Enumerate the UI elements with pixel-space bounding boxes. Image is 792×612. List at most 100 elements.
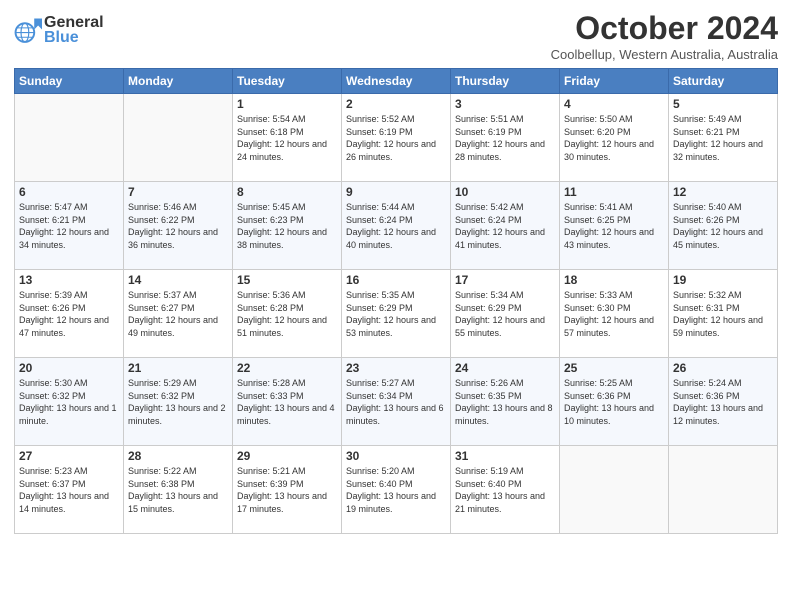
calendar-cell: 9Sunrise: 5:44 AM Sunset: 6:24 PM Daylig… (342, 182, 451, 270)
day-info: Sunrise: 5:47 AM Sunset: 6:21 PM Dayligh… (19, 201, 119, 251)
calendar-cell: 6 Sunrise: 5:47 AM Sunset: 6:21 PM Daylig… (15, 182, 124, 270)
day-header-friday: Friday (560, 69, 669, 94)
day-header-tuesday: Tuesday (233, 69, 342, 94)
day-info: Sunrise: 5:24 AM Sunset: 6:36 PM Dayligh… (673, 377, 773, 427)
calendar-cell: 22Sunrise: 5:28 AM Sunset: 6:33 PM Dayli… (233, 358, 342, 446)
day-info: Sunrise: 5:23 AM Sunset: 6:37 PM Dayligh… (19, 465, 119, 515)
day-info: Sunrise: 5:30 AM Sunset: 6:32 PM Dayligh… (19, 377, 119, 427)
day-number: 16 (346, 273, 446, 287)
day-number: 4 (564, 97, 664, 111)
day-info: Sunrise: 5:35 AM Sunset: 6:29 PM Dayligh… (346, 289, 446, 339)
day-info: Sunrise: 5:26 AM Sunset: 6:35 PM Dayligh… (455, 377, 555, 427)
location-subtitle: Coolbellup, Western Australia, Australia (551, 47, 778, 62)
calendar-cell: 1 Sunrise: 5:54 AM Sunset: 6:18 PM Daylig… (233, 94, 342, 182)
calendar-cell: 14 Sunrise: 5:37 AM Sunset: 6:27 PM Dayli… (124, 270, 233, 358)
day-info: Sunrise: 5:20 AM Sunset: 6:40 PM Dayligh… (346, 465, 446, 515)
week-row-0: 1 Sunrise: 5:54 AM Sunset: 6:18 PM Daylig… (15, 94, 778, 182)
day-info: Sunrise: 5:34 AM Sunset: 6:29 PM Dayligh… (455, 289, 555, 339)
day-number: 23 (346, 361, 446, 375)
day-number: 7 (128, 185, 228, 199)
day-info: Sunrise: 5:49 AM Sunset: 6:21 PM Dayligh… (673, 113, 773, 163)
day-number: 25 (564, 361, 664, 375)
week-row-4: 27Sunrise: 5:23 AM Sunset: 6:37 PM Dayli… (15, 446, 778, 534)
header-row: SundayMondayTuesdayWednesdayThursdayFrid… (15, 69, 778, 94)
title-section: October 2024 Coolbellup, Western Austral… (551, 10, 778, 62)
calendar-cell: 15 Sunrise: 5:36 AM Sunset: 6:28 PM Dayli… (233, 270, 342, 358)
page: General Blue October 2024 Coolbellup, We… (0, 0, 792, 612)
day-info: Sunrise: 5:36 AM Sunset: 6:28 PM Dayligh… (237, 289, 337, 339)
calendar-cell (15, 94, 124, 182)
day-number: 20 (19, 361, 119, 375)
day-info: Sunrise: 5:50 AM Sunset: 6:20 PM Dayligh… (564, 113, 664, 163)
calendar-cell: 29 Sunrise: 5:21 AM Sunset: 6:39 PM Dayli… (233, 446, 342, 534)
logo-text: General Blue (44, 14, 104, 47)
day-info: Sunrise: 5:19 AM Sunset: 6:40 PM Dayligh… (455, 465, 555, 515)
day-info: Sunrise: 5:40 AM Sunset: 6:26 PM Dayligh… (673, 201, 773, 251)
day-info: Sunrise: 5:51 AM Sunset: 6:19 PM Dayligh… (455, 113, 555, 163)
calendar-cell: 2Sunrise: 5:52 AM Sunset: 6:19 PM Daylig… (342, 94, 451, 182)
calendar-cell: 5 Sunrise: 5:49 AM Sunset: 6:21 PM Daylig… (669, 94, 778, 182)
day-number: 10 (455, 185, 555, 199)
day-number: 13 (19, 273, 119, 287)
calendar-header: SundayMondayTuesdayWednesdayThursdayFrid… (15, 69, 778, 94)
day-number: 2 (346, 97, 446, 111)
calendar-cell: 30Sunrise: 5:20 AM Sunset: 6:40 PM Dayli… (342, 446, 451, 534)
day-header-saturday: Saturday (669, 69, 778, 94)
week-row-1: 6 Sunrise: 5:47 AM Sunset: 6:21 PM Daylig… (15, 182, 778, 270)
calendar-cell: 18Sunrise: 5:33 AM Sunset: 6:30 PM Dayli… (560, 270, 669, 358)
day-info: Sunrise: 5:25 AM Sunset: 6:36 PM Dayligh… (564, 377, 664, 427)
calendar-cell: 19 Sunrise: 5:32 AM Sunset: 6:31 PM Dayli… (669, 270, 778, 358)
day-number: 28 (128, 449, 228, 463)
day-number: 11 (564, 185, 664, 199)
day-info: Sunrise: 5:41 AM Sunset: 6:25 PM Dayligh… (564, 201, 664, 251)
day-number: 17 (455, 273, 555, 287)
calendar-cell (560, 446, 669, 534)
day-number: 26 (673, 361, 773, 375)
day-info: Sunrise: 5:46 AM Sunset: 6:22 PM Dayligh… (128, 201, 228, 251)
day-number: 14 (128, 273, 228, 287)
day-header-monday: Monday (124, 69, 233, 94)
day-info: Sunrise: 5:29 AM Sunset: 6:32 PM Dayligh… (128, 377, 228, 427)
day-info: Sunrise: 5:28 AM Sunset: 6:33 PM Dayligh… (237, 377, 337, 427)
calendar-cell: 20 Sunrise: 5:30 AM Sunset: 6:32 PM Dayli… (15, 358, 124, 446)
calendar-cell: 13 Sunrise: 5:39 AM Sunset: 6:26 PM Dayli… (15, 270, 124, 358)
calendar-cell: 17 Sunrise: 5:34 AM Sunset: 6:29 PM Dayli… (451, 270, 560, 358)
day-info: Sunrise: 5:32 AM Sunset: 6:31 PM Dayligh… (673, 289, 773, 339)
day-info: Sunrise: 5:39 AM Sunset: 6:26 PM Dayligh… (19, 289, 119, 339)
day-number: 29 (237, 449, 337, 463)
day-number: 24 (455, 361, 555, 375)
logo-icon (14, 17, 42, 45)
calendar-cell: 21 Sunrise: 5:29 AM Sunset: 6:32 PM Dayli… (124, 358, 233, 446)
calendar-cell: 12 Sunrise: 5:40 AM Sunset: 6:26 PM Dayli… (669, 182, 778, 270)
calendar-cell: 8Sunrise: 5:45 AM Sunset: 6:23 PM Daylig… (233, 182, 342, 270)
day-number: 6 (19, 185, 119, 199)
day-info: Sunrise: 5:27 AM Sunset: 6:34 PM Dayligh… (346, 377, 446, 427)
calendar-cell: 28Sunrise: 5:22 AM Sunset: 6:38 PM Dayli… (124, 446, 233, 534)
day-number: 19 (673, 273, 773, 287)
day-number: 3 (455, 97, 555, 111)
day-header-sunday: Sunday (15, 69, 124, 94)
day-number: 9 (346, 185, 446, 199)
day-number: 31 (455, 449, 555, 463)
day-number: 12 (673, 185, 773, 199)
header: General Blue October 2024 Coolbellup, We… (14, 10, 778, 62)
calendar-cell: 24 Sunrise: 5:26 AM Sunset: 6:35 PM Dayli… (451, 358, 560, 446)
calendar-cell: 11 Sunrise: 5:41 AM Sunset: 6:25 PM Dayli… (560, 182, 669, 270)
day-info: Sunrise: 5:42 AM Sunset: 6:24 PM Dayligh… (455, 201, 555, 251)
day-info: Sunrise: 5:21 AM Sunset: 6:39 PM Dayligh… (237, 465, 337, 515)
day-number: 5 (673, 97, 773, 111)
calendar-cell (669, 446, 778, 534)
day-info: Sunrise: 5:33 AM Sunset: 6:30 PM Dayligh… (564, 289, 664, 339)
week-row-2: 13 Sunrise: 5:39 AM Sunset: 6:26 PM Dayli… (15, 270, 778, 358)
day-number: 8 (237, 185, 337, 199)
day-info: Sunrise: 5:54 AM Sunset: 6:18 PM Dayligh… (237, 113, 337, 163)
calendar-cell: 4 Sunrise: 5:50 AM Sunset: 6:20 PM Daylig… (560, 94, 669, 182)
calendar-cell: 10 Sunrise: 5:42 AM Sunset: 6:24 PM Dayli… (451, 182, 560, 270)
day-header-thursday: Thursday (451, 69, 560, 94)
day-info: Sunrise: 5:37 AM Sunset: 6:27 PM Dayligh… (128, 289, 228, 339)
calendar-cell: 7 Sunrise: 5:46 AM Sunset: 6:22 PM Daylig… (124, 182, 233, 270)
day-number: 21 (128, 361, 228, 375)
day-number: 1 (237, 97, 337, 111)
day-number: 15 (237, 273, 337, 287)
calendar-cell: 27Sunrise: 5:23 AM Sunset: 6:37 PM Dayli… (15, 446, 124, 534)
